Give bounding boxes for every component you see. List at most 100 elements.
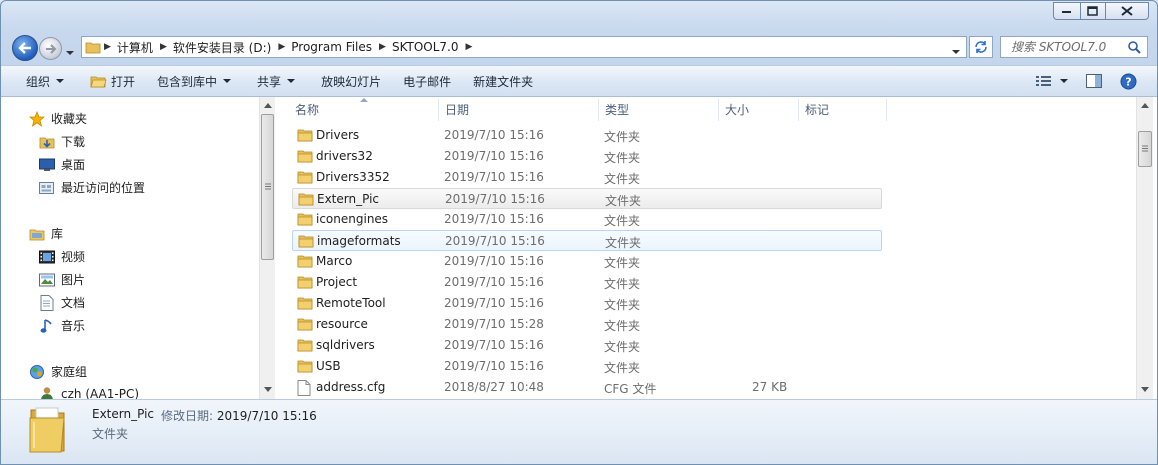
- nav-favorites[interactable]: 收藏夹: [29, 110, 87, 127]
- breadcrumb-separator-icon[interactable]: ▶: [463, 42, 476, 52]
- breadcrumb-program-files[interactable]: Program Files: [288, 37, 376, 57]
- video-icon: [39, 249, 55, 265]
- breadcrumb-drive-d[interactable]: 软件安装目录 (D:): [170, 37, 275, 57]
- column-divider[interactable]: [718, 99, 719, 121]
- navigation-scrollbar[interactable]: [259, 97, 275, 399]
- file-row[interactable]: address.cfg 2018/8/27 10:48 CFG 文件 27 KB: [292, 377, 882, 398]
- breadcrumb-separator-icon[interactable]: ▶: [101, 42, 114, 52]
- address-dropdown-icon[interactable]: [952, 44, 960, 58]
- file-row[interactable]: resource 2019/7/10 15:28 文件夹: [292, 314, 882, 335]
- new-folder-button[interactable]: 新建文件夹: [462, 66, 544, 96]
- nav-homegroup[interactable]: 家庭组: [29, 363, 87, 380]
- file-date: 2019/7/10 15:16: [444, 128, 544, 142]
- refresh-button[interactable]: [969, 36, 993, 58]
- column-divider[interactable]: [798, 99, 799, 121]
- email-button[interactable]: 电子邮件: [392, 66, 462, 96]
- folder-icon: [297, 359, 313, 376]
- column-header-tags[interactable]: 标记: [805, 97, 829, 121]
- file-list-scrollbar[interactable]: [1136, 97, 1153, 399]
- address-bar[interactable]: ▶ 计算机 ▶ 软件安装目录 (D:) ▶ Program Files ▶ SK…: [81, 36, 967, 58]
- change-view-button[interactable]: [1036, 75, 1068, 87]
- nav-music[interactable]: 音乐: [39, 317, 85, 334]
- file-type: 文件夹: [605, 236, 642, 250]
- nav-documents[interactable]: 文档: [39, 294, 85, 311]
- nav-user[interactable]: czh (AA1-PC): [39, 386, 139, 399]
- breadcrumb-separator-icon[interactable]: ▶: [275, 42, 288, 52]
- file-row[interactable]: USB 2019/7/10 15:16 文件夹: [292, 356, 882, 377]
- nav-recent-places[interactable]: 最近访问的位置: [39, 179, 145, 196]
- help-icon: ?: [1120, 73, 1137, 89]
- column-divider[interactable]: [886, 99, 887, 121]
- scroll-up-icon: [264, 103, 272, 108]
- chevron-down-icon: [223, 78, 232, 83]
- search-icon[interactable]: [1128, 41, 1141, 57]
- nav-videos[interactable]: 视频: [39, 248, 85, 265]
- file-row[interactable]: Drivers 2019/7/10 15:16 文件夹: [292, 125, 882, 146]
- share-menu[interactable]: 共享: [246, 66, 310, 96]
- minimize-button[interactable]: [1053, 2, 1081, 20]
- column-header-type[interactable]: 类型: [605, 97, 629, 121]
- open-button[interactable]: 打开: [79, 66, 146, 96]
- file-type: 文件夹: [604, 214, 641, 228]
- file-row[interactable]: iconengines 2019/7/10 15:16 文件夹: [292, 209, 882, 230]
- download-folder-icon: [39, 134, 55, 150]
- back-button[interactable]: [12, 35, 38, 61]
- file-type: 文件夹: [604, 256, 641, 270]
- column-divider[interactable]: [598, 99, 599, 121]
- file-type: CFG 文件: [604, 382, 657, 396]
- folder-icon: [297, 338, 313, 355]
- help-button[interactable]: ?: [1120, 73, 1137, 90]
- arrow-left-icon: [18, 42, 31, 54]
- nav-pictures[interactable]: 图片: [39, 271, 85, 288]
- navigation-scroll-thumb[interactable]: [261, 114, 274, 260]
- organize-menu[interactable]: 组织: [1, 66, 79, 96]
- column-header-date[interactable]: 日期: [445, 97, 469, 121]
- scroll-up-icon: [1141, 103, 1149, 108]
- column-divider[interactable]: [438, 99, 439, 121]
- folder-icon: [297, 254, 313, 271]
- close-button[interactable]: [1105, 2, 1149, 20]
- file-date: 2019/7/10 15:16: [445, 192, 545, 206]
- breadcrumb-sktool[interactable]: SKTOOL7.0: [389, 37, 463, 57]
- file-row[interactable]: Marco 2019/7/10 15:16 文件夹: [292, 251, 882, 272]
- scroll-down-icon: [264, 387, 272, 392]
- maximize-button[interactable]: [1080, 2, 1106, 20]
- file-name: iconengines: [316, 212, 389, 226]
- column-header-size[interactable]: 大小: [725, 97, 749, 121]
- recent-pages-button[interactable]: [66, 45, 74, 59]
- file-row[interactable]: sqldrivers 2019/7/10 15:16 文件夹: [292, 335, 882, 356]
- folder-icon: [298, 234, 314, 251]
- file-row[interactable]: RemoteTool 2019/7/10 15:16 文件夹: [292, 293, 882, 314]
- large-folder-icon: [28, 404, 68, 457]
- preview-pane-button[interactable]: [1086, 74, 1102, 88]
- file-name: Marco: [316, 254, 353, 268]
- forward-button[interactable]: [39, 37, 62, 60]
- include-in-library-menu[interactable]: 包含到库中: [146, 66, 246, 96]
- file-type: 文件夹: [604, 298, 641, 312]
- folder-icon: [297, 128, 313, 145]
- file-row[interactable]: Project 2019/7/10 15:16 文件夹: [292, 272, 882, 293]
- file-list-scroll-thumb[interactable]: [1138, 131, 1152, 167]
- picture-icon: [39, 272, 55, 288]
- breadcrumb-separator-icon[interactable]: ▶: [376, 42, 389, 52]
- file-row[interactable]: drivers32 2019/7/10 15:16 文件夹: [292, 146, 882, 167]
- folder-icon: [297, 296, 313, 313]
- file-row[interactable]: Drivers3352 2019/7/10 15:16 文件夹: [292, 167, 882, 188]
- chevron-down-icon: [66, 51, 74, 55]
- breadcrumb-computer[interactable]: 计算机: [114, 37, 157, 57]
- scroll-down-icon: [1141, 387, 1149, 392]
- file-row[interactable]: imageformats 2019/7/10 15:16 文件夹: [292, 230, 882, 251]
- search-box[interactable]: [1000, 36, 1148, 58]
- breadcrumb-separator-icon[interactable]: ▶: [157, 42, 170, 52]
- nav-desktop[interactable]: 桌面: [39, 156, 85, 173]
- folder-root-icon: [82, 37, 101, 57]
- search-input[interactable]: [1009, 39, 1133, 55]
- file-date: 2019/7/10 15:16: [445, 234, 545, 248]
- folder-icon: [297, 275, 313, 292]
- slideshow-button[interactable]: 放映幻灯片: [310, 66, 392, 96]
- column-header-name[interactable]: 名称: [295, 97, 319, 121]
- file-row[interactable]: Extern_Pic 2019/7/10 15:16 文件夹: [292, 188, 882, 209]
- nav-libraries[interactable]: 库: [29, 225, 63, 242]
- view-list-icon: [1036, 76, 1051, 86]
- nav-downloads[interactable]: 下载: [39, 133, 85, 150]
